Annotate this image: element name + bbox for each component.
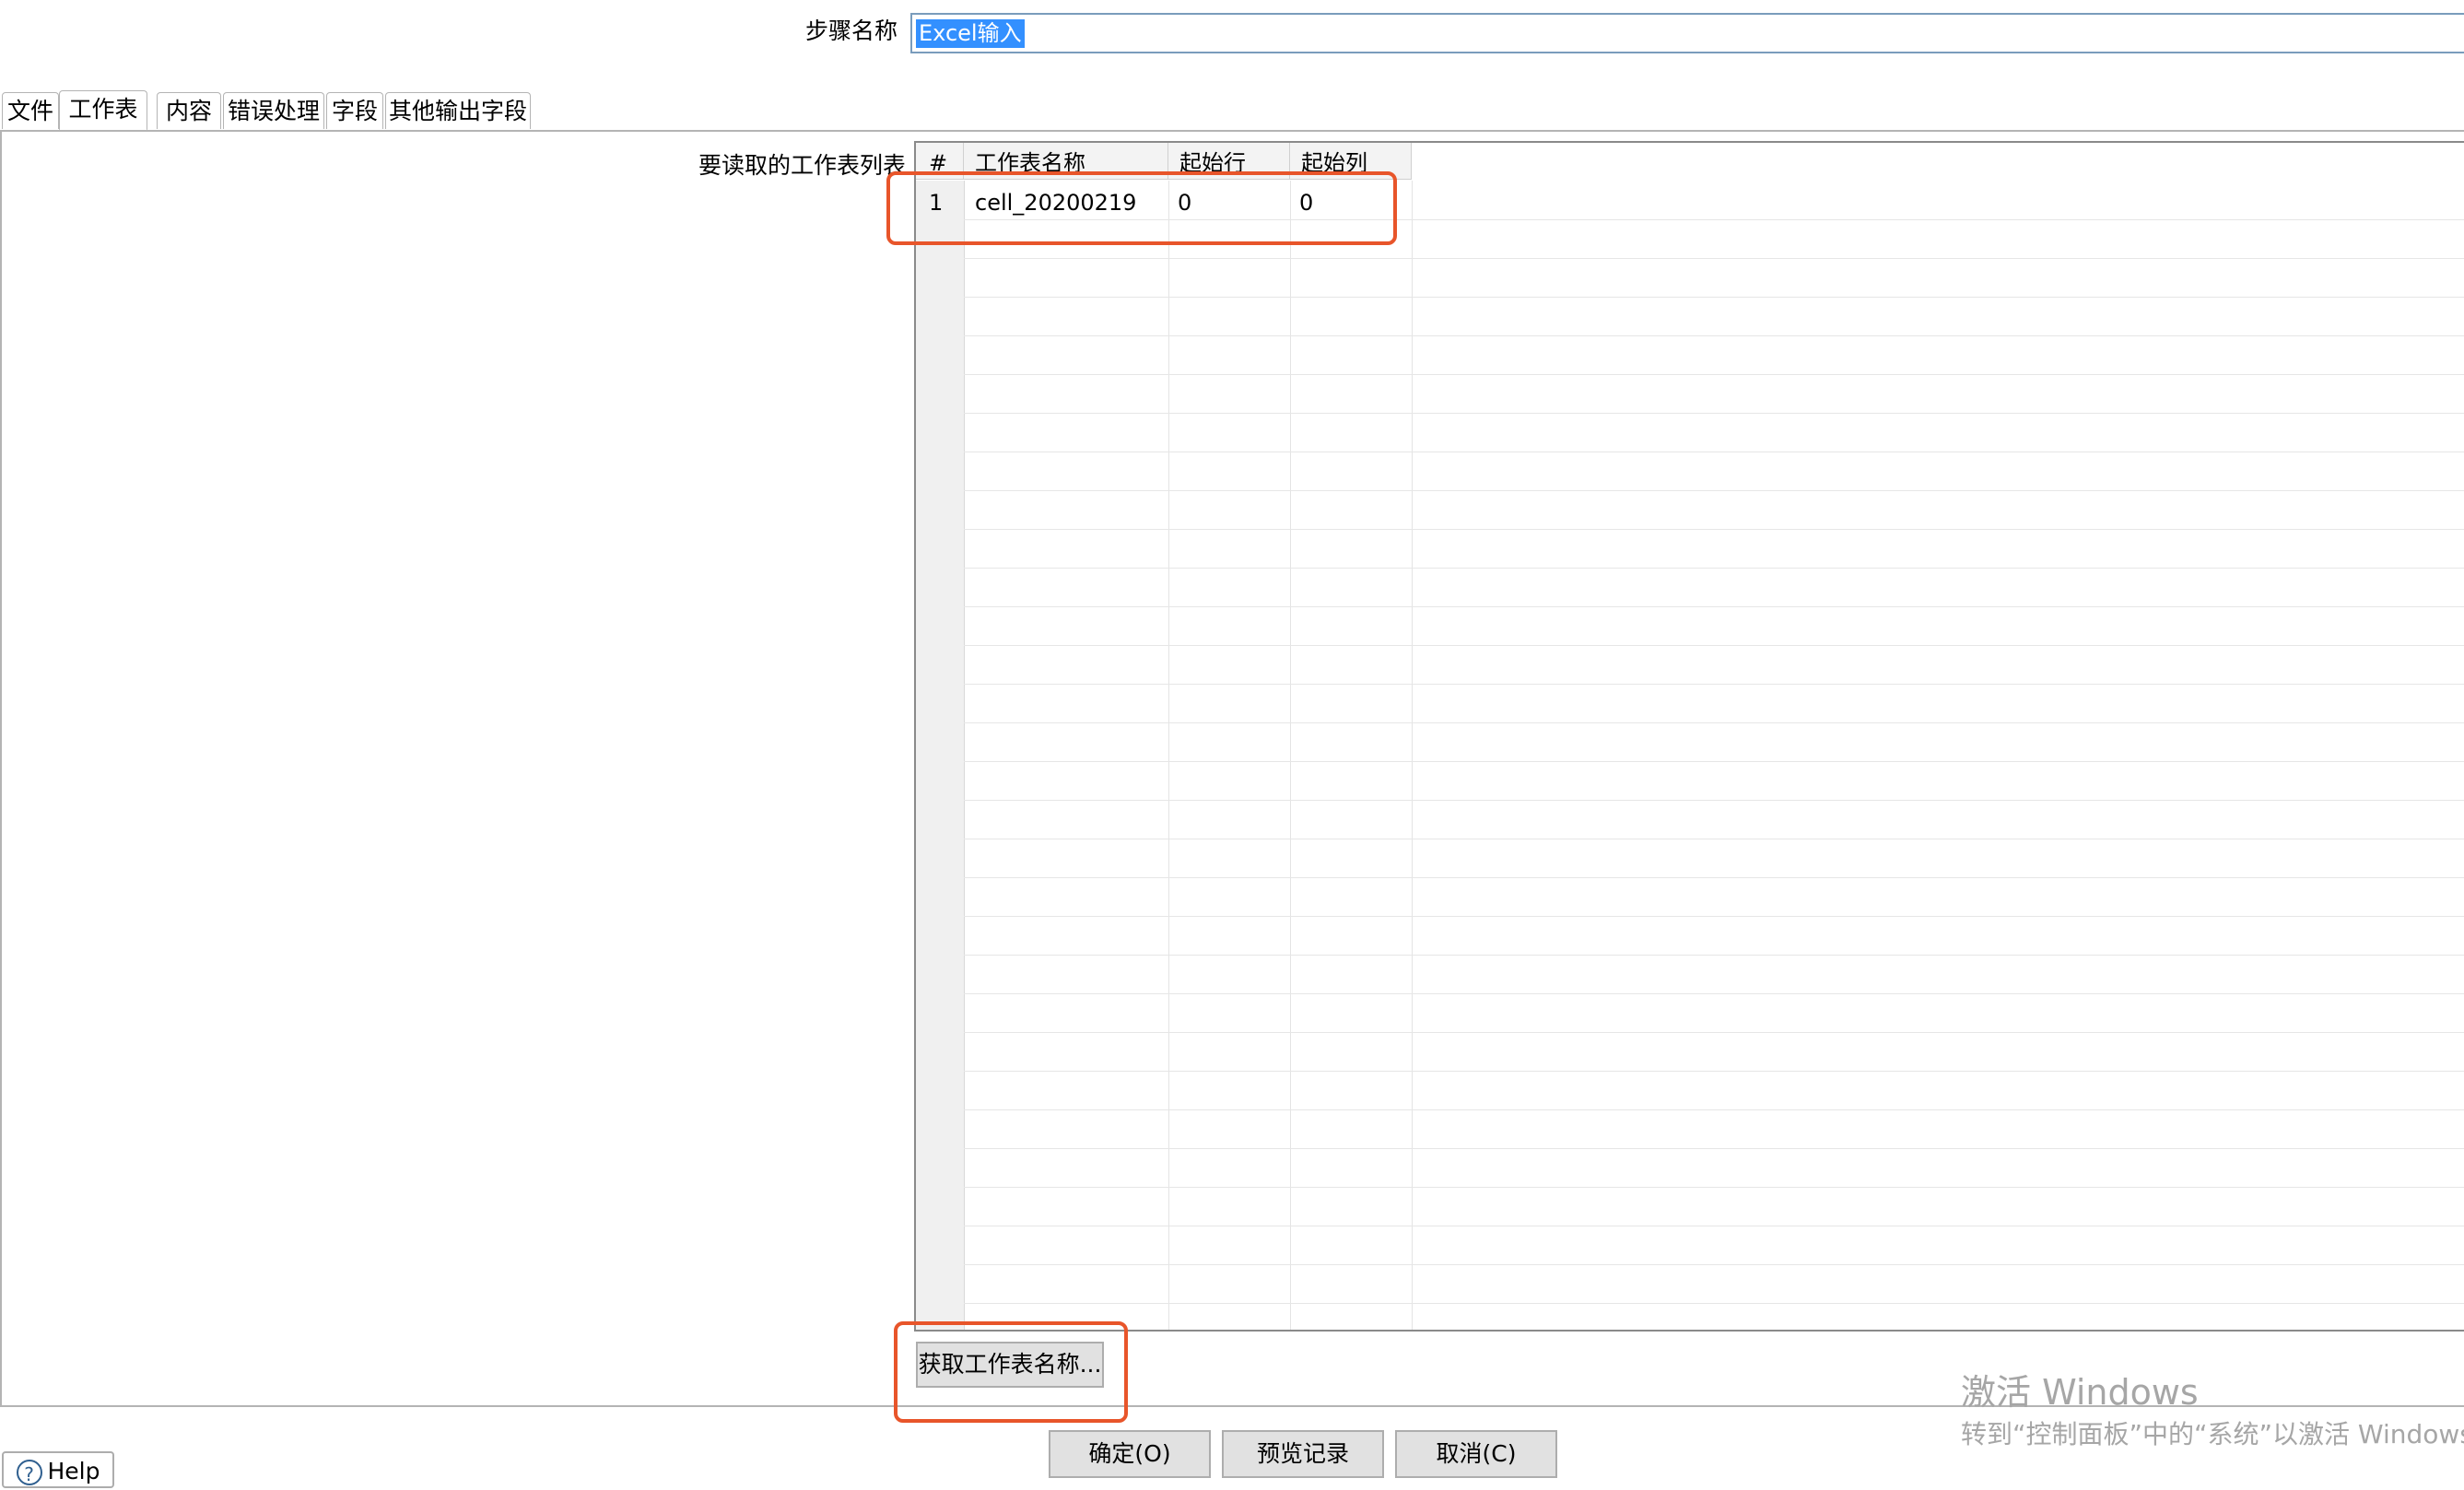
sheets-list-label: 要读取的工作表列表 (698, 152, 907, 179)
grid-line (964, 916, 2464, 917)
row-highlight-box (886, 171, 1397, 245)
grid-line (964, 413, 2464, 414)
grid-line (964, 1071, 2464, 1072)
tab-other-output-fields[interactable]: 其他输出字段 (385, 92, 531, 129)
question-circle-icon: ? (16, 1460, 42, 1485)
grid-line (964, 374, 2464, 375)
help-button[interactable]: ? Help (2, 1451, 114, 1488)
grid-line (964, 297, 2464, 298)
grid-line (964, 993, 2464, 994)
grid-line (964, 1187, 2464, 1188)
tab-worksheet[interactable]: 工作表 (59, 90, 147, 131)
grid-line (964, 490, 2464, 491)
cancel-button[interactable]: 取消(C) (1395, 1430, 1557, 1478)
activation-watermark-subtitle: 转到“控制面板”中的“系统”以激活 Windows。 (1961, 1419, 2464, 1449)
grid-line (964, 1303, 2464, 1304)
row-number-column (916, 181, 965, 1330)
grid-line (964, 568, 2464, 569)
grid-line (964, 1264, 2464, 1265)
tab-content[interactable]: 内容 (157, 92, 221, 129)
grid-line (964, 1032, 2464, 1033)
grid-line (964, 645, 2464, 646)
grid-line (1168, 181, 1169, 1330)
help-label: Help (47, 1458, 100, 1484)
preview-button[interactable]: 预览记录 (1222, 1430, 1384, 1478)
grid-line (964, 606, 2464, 607)
grid-line (964, 722, 2464, 723)
tab-error-handling[interactable]: 错误处理 (223, 92, 324, 129)
grid-line (964, 1109, 2464, 1110)
grid-line (1412, 181, 1413, 1330)
activation-watermark-title: 激活 Windows (1961, 1372, 2199, 1413)
sheets-table[interactable] (914, 141, 2464, 1332)
grid-line (964, 800, 2464, 801)
get-sheet-names-button[interactable]: 获取工作表名称... (916, 1342, 1104, 1388)
grid-line (964, 955, 2464, 956)
ok-button[interactable]: 确定(O) (1049, 1430, 1211, 1478)
grid-line (1290, 181, 1291, 1330)
grid-line (964, 529, 2464, 530)
tab-file[interactable]: 文件 (2, 92, 59, 129)
grid-line (964, 761, 2464, 762)
grid-line (964, 1148, 2464, 1149)
grid-line (964, 877, 2464, 878)
grid-line (964, 335, 2464, 336)
step-name-input[interactable]: Excel输入 (910, 13, 2464, 53)
grid-line (964, 684, 2464, 685)
grid-line (964, 258, 2464, 259)
tab-fields[interactable]: 字段 (326, 92, 383, 129)
step-name-value: Excel输入 (916, 19, 1025, 48)
step-name-label: 步骤名称 (805, 18, 898, 44)
